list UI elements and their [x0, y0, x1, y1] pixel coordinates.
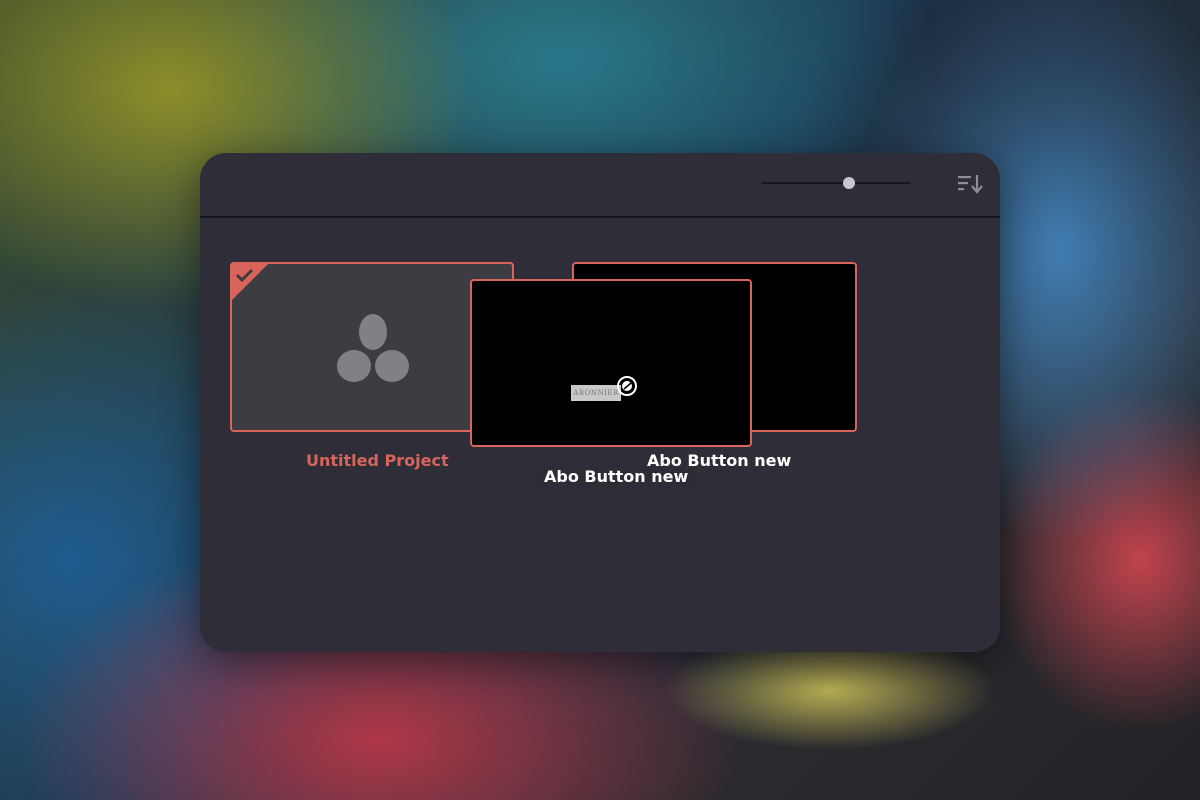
project-card-abo-button-front[interactable]: ABONNIER	[470, 279, 752, 447]
project-title-untitled[interactable]: Untitled Project	[306, 451, 449, 470]
thumbnail-subscribe-button: ABONNIER	[571, 385, 621, 401]
thumbnail-size-slider-thumb[interactable]	[843, 177, 855, 189]
project-manager-panel: ABONNIER Untitled Project Abo Button new…	[200, 153, 1000, 652]
project-title-abo-button-front[interactable]: Abo Button new	[536, 466, 697, 489]
toolbar	[200, 153, 1000, 218]
sort-descending-icon[interactable]	[957, 172, 985, 196]
davinci-resolve-logo-icon	[337, 314, 409, 382]
checkmark-icon	[232, 264, 268, 300]
bell-cursor-icon	[617, 376, 637, 396]
thumbnail-size-slider-track[interactable]	[761, 182, 911, 184]
